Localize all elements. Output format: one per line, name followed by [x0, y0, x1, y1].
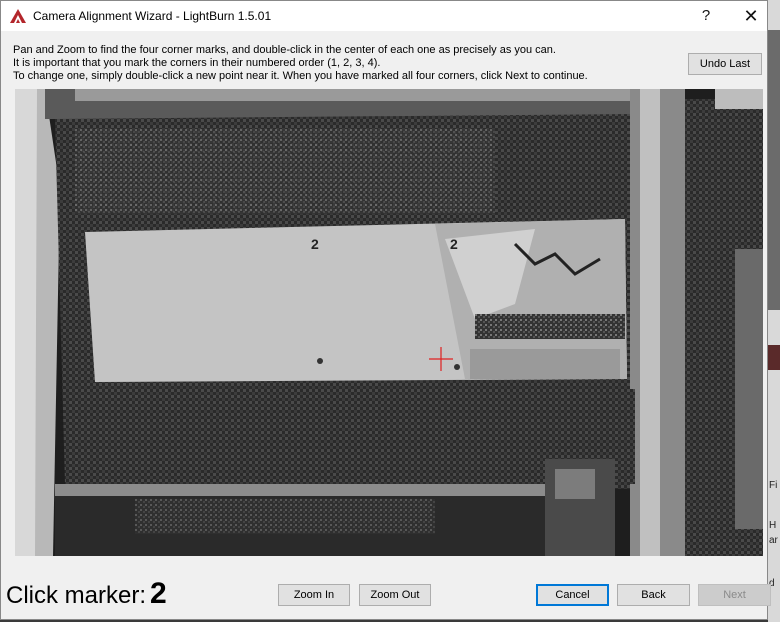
zoom-out-button[interactable]: Zoom Out — [359, 584, 431, 606]
click-marker-number: 2 — [150, 577, 167, 610]
instruction-line: Pan and Zoom to find the four corner mar… — [13, 44, 556, 56]
click-marker-label: Click marker: — [6, 582, 147, 609]
corner-mark-label: 2 — [450, 236, 458, 252]
title-bar: Camera Alignment Wizard - LightBurn 1.5.… — [1, 1, 767, 31]
camera-alignment-dialog: Camera Alignment Wizard - LightBurn 1.5.… — [0, 0, 771, 620]
instruction-line: It is important that you mark the corner… — [13, 57, 381, 69]
background-text: Fi — [769, 480, 778, 491]
background-text: ar — [769, 535, 778, 546]
next-button[interactable]: Next — [698, 584, 771, 606]
close-button[interactable]: ✕ — [729, 1, 773, 31]
window-title: Camera Alignment Wizard - LightBurn 1.5.… — [33, 9, 272, 23]
background-panel — [768, 30, 780, 310]
corner-mark-label: 2 — [311, 236, 319, 252]
lightburn-logo-icon — [10, 9, 26, 23]
background-text: H — [769, 520, 777, 531]
background-app-strip: Fi H ar d — [768, 0, 780, 622]
back-button[interactable]: Back — [617, 584, 690, 606]
cancel-button[interactable]: Cancel — [536, 584, 609, 606]
zoom-in-button[interactable]: Zoom In — [278, 584, 350, 606]
camera-image[interactable]: 2 2 — [15, 89, 763, 556]
instruction-line: To change one, simply double-click a new… — [13, 70, 588, 82]
camera-view[interactable]: 2 2 — [15, 89, 763, 556]
corner-mark — [317, 358, 323, 364]
instructions: Pan and Zoom to find the four corner mar… — [13, 44, 673, 83]
background-panel-accent — [768, 345, 780, 370]
help-button[interactable]: ? — [684, 1, 728, 31]
undo-last-button[interactable]: Undo Last — [688, 53, 762, 75]
click-marker-status: Click marker: 2 — [6, 577, 167, 611]
corner-mark — [454, 364, 460, 370]
